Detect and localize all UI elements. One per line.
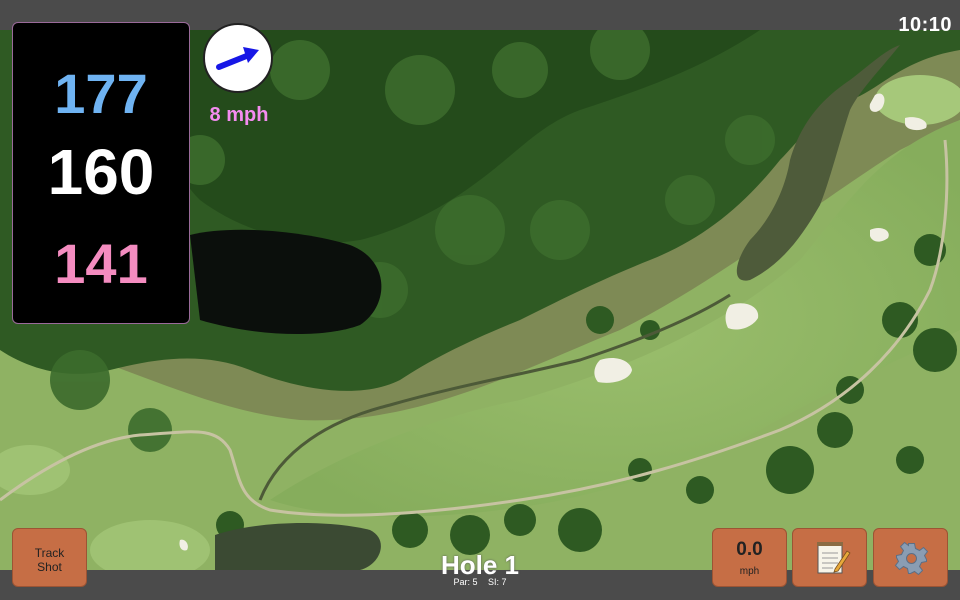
speed-button[interactable]: 0.0 mph [712, 528, 787, 587]
middle-distance: 160 [47, 136, 155, 208]
settings-button[interactable] [873, 528, 948, 587]
hole-info: Par: 5 SI: 7 [380, 577, 580, 587]
track-shot-label-line1: Track [34, 546, 65, 560]
notepad-icon [817, 542, 851, 574]
back-distance: 177 [54, 62, 148, 125]
speed-value: 0.0 [736, 539, 763, 560]
gear-icon [894, 541, 929, 576]
arrow-right-icon [216, 47, 259, 70]
hole-par: Par: 5 [453, 577, 478, 587]
track-shot-label-line2: Shot [37, 560, 62, 574]
hole-stroke-index: SI: 7 [488, 577, 507, 587]
track-shot-button[interactable]: Track Shot [12, 528, 87, 587]
speed-unit: mph [739, 566, 760, 577]
wind-indicator [203, 23, 273, 93]
clock: 10:10 [898, 14, 952, 36]
front-distance: 141 [54, 232, 148, 295]
notes-button[interactable] [792, 528, 867, 587]
distance-panel: 177 160 141 [12, 22, 190, 324]
wind-speed: 8 mph [209, 104, 269, 126]
